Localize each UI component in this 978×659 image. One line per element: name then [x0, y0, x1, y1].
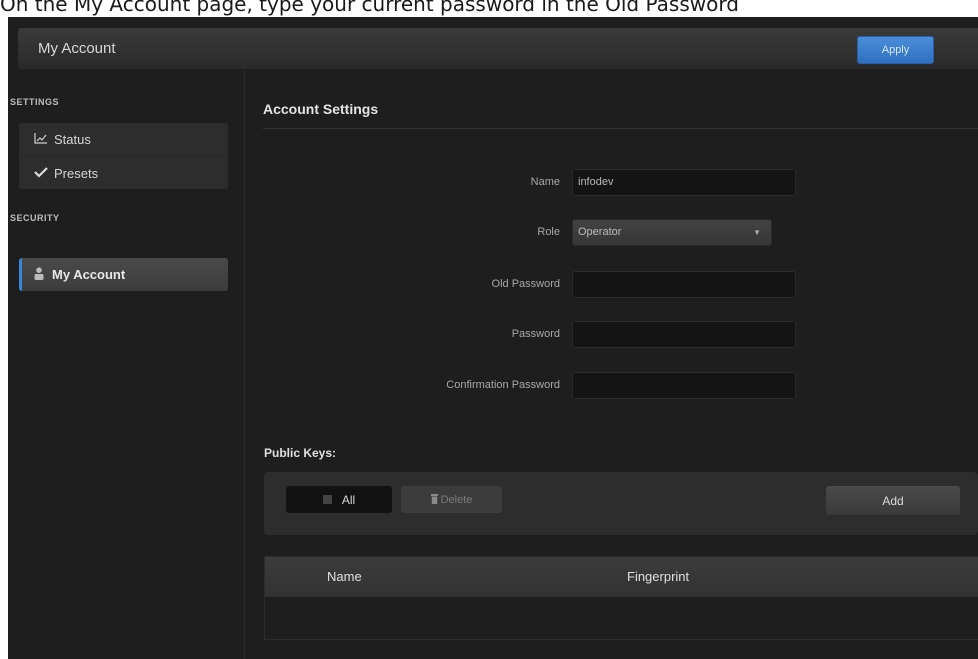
select-all-label: All: [341, 492, 356, 507]
sidebar-item-status[interactable]: Status: [19, 123, 228, 156]
sidebar: SETTINGS Status Presets SECURITY My Acco…: [8, 70, 245, 659]
sidebar-item-label: Status: [54, 132, 91, 147]
old-password-label: Old Password: [491, 278, 560, 290]
main-content: Account Settings Name infodev Role Opera…: [245, 70, 978, 659]
delete-button[interactable]: Delete: [401, 486, 502, 513]
apply-button[interactable]: Apply: [857, 36, 934, 64]
old-password-field[interactable]: [572, 271, 796, 298]
page-header-title: My Account: [38, 40, 116, 57]
role-select-value: Operator: [578, 226, 622, 238]
confirmation-password-field[interactable]: [572, 372, 796, 399]
sidebar-section-settings: SETTINGS: [10, 97, 60, 107]
column-header-fingerprint[interactable]: Fingerprint: [627, 557, 689, 597]
chart-icon: [34, 123, 54, 156]
role-label: Role: [537, 226, 560, 238]
checkmark-icon: [34, 157, 54, 190]
password-field[interactable]: [572, 321, 796, 348]
public-keys-toolbar: All Delete Add: [264, 472, 978, 535]
sidebar-item-label: My Account: [52, 267, 126, 282]
sidebar-section-security: SECURITY: [10, 213, 60, 223]
chevron-down-icon: ▼: [753, 228, 761, 237]
sidebar-item-label: Presets: [54, 165, 99, 181]
role-select[interactable]: Operator ▼: [572, 219, 772, 246]
add-key-button[interactable]: Add: [826, 486, 960, 515]
name-field[interactable]: infodev: [572, 169, 796, 196]
account-settings-title: Account Settings: [263, 101, 379, 117]
column-header-name[interactable]: Name: [327, 557, 362, 597]
sidebar-settings-group: Status Presets: [19, 123, 228, 189]
public-keys-table: Name Fingerprint: [264, 556, 978, 640]
user-icon: [34, 266, 52, 283]
app-window: My Account Apply SETTINGS Status Presets…: [8, 17, 978, 659]
password-label: Password: [511, 328, 560, 340]
table-header: Name Fingerprint: [265, 557, 978, 597]
sidebar-item-my-account[interactable]: My Account: [19, 258, 228, 291]
name-label: Name: [530, 176, 560, 188]
sidebar-item-presets[interactable]: Presets: [19, 156, 228, 189]
top-bar: My Account Apply: [18, 28, 978, 69]
checkbox-icon: [322, 495, 332, 504]
title-divider: [263, 128, 978, 129]
public-keys-label: Public Keys:: [264, 446, 337, 460]
instruction-caption: On the My Account page, type your curren…: [0, 0, 739, 16]
select-all-button[interactable]: All: [286, 486, 392, 513]
confirmation-password-label: Confirmation Password: [446, 379, 560, 391]
delete-label: Delete: [440, 493, 473, 506]
trash-icon: [430, 493, 438, 506]
